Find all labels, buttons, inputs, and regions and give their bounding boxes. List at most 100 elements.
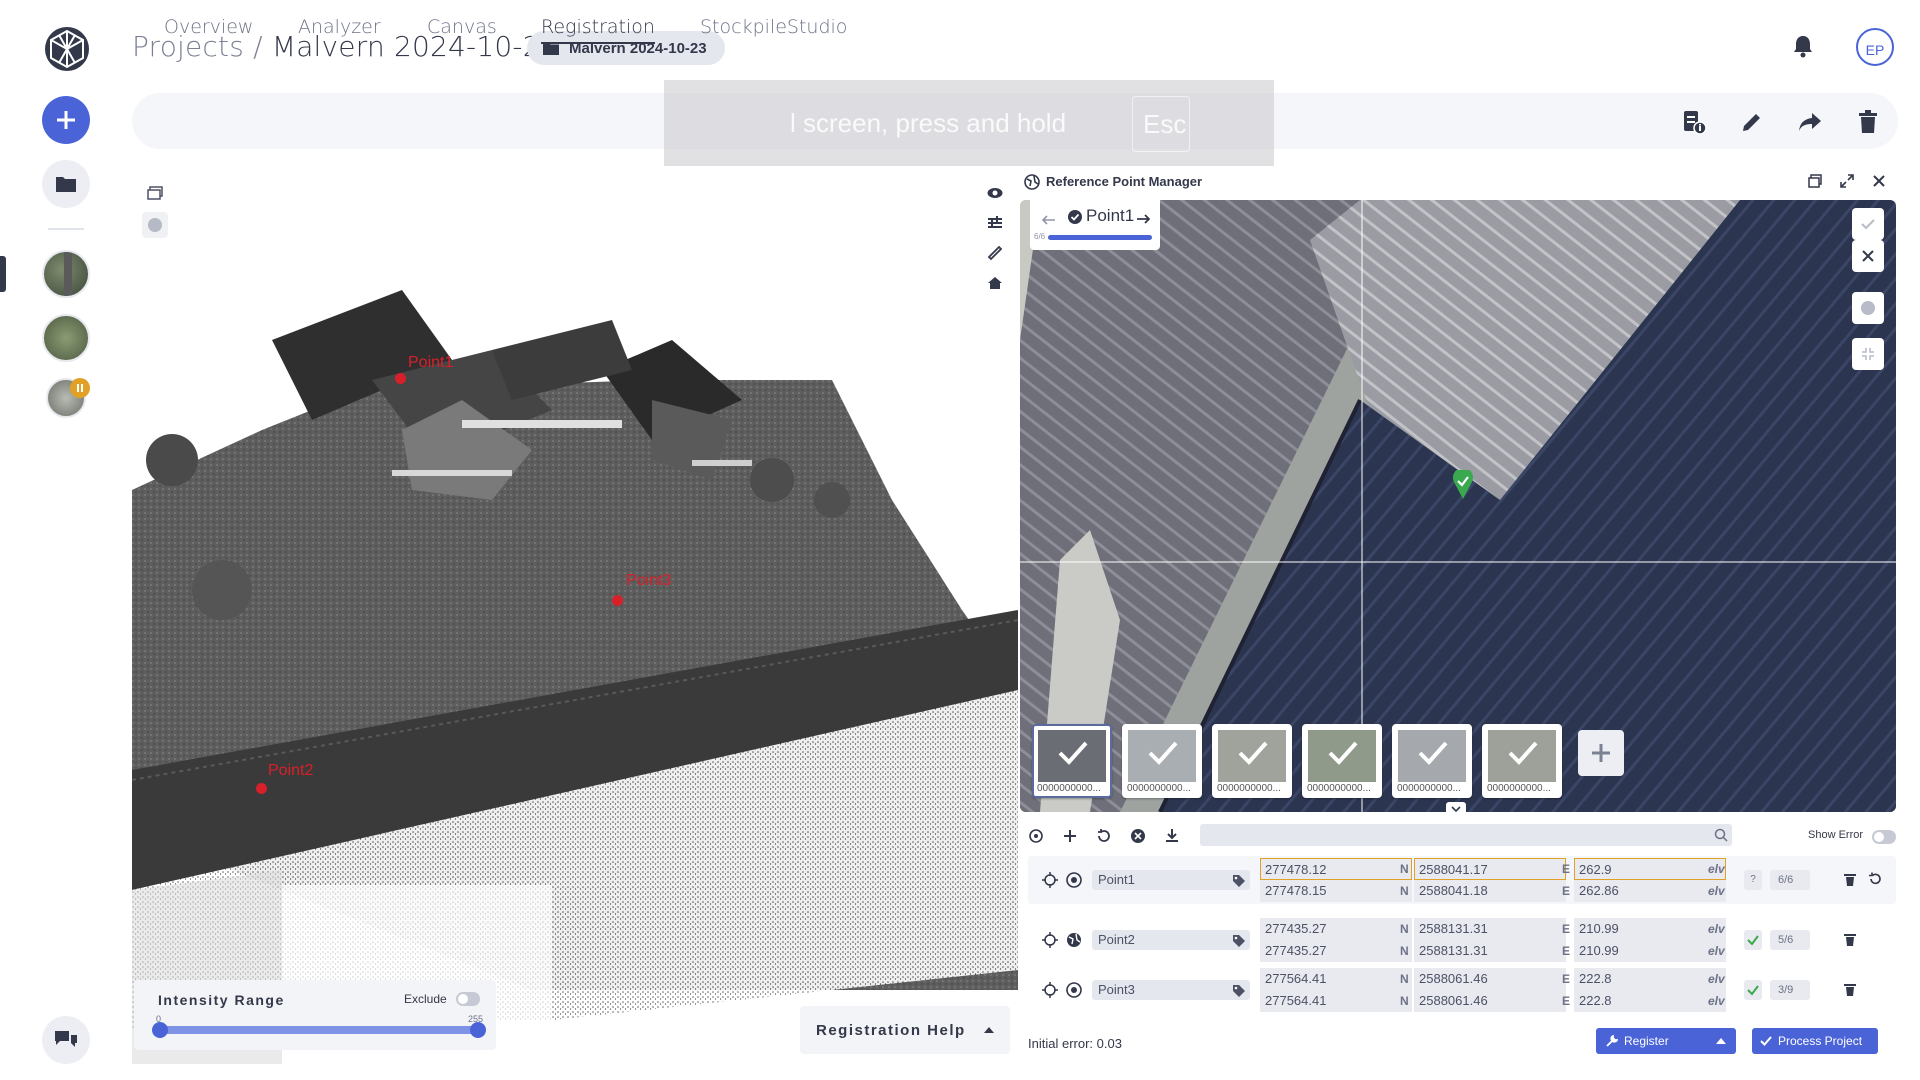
n-label: N bbox=[1400, 884, 1409, 898]
register-button[interactable]: Register bbox=[1596, 1028, 1736, 1054]
tab-stockpilestudio[interactable]: StockpileStudio bbox=[700, 16, 847, 38]
tab-overview[interactable]: Overview bbox=[164, 16, 253, 38]
northing-field[interactable]: 277435.27 bbox=[1260, 918, 1412, 940]
delete-icon[interactable] bbox=[1854, 108, 1882, 136]
easting-field[interactable]: 2588061.46 bbox=[1414, 968, 1566, 990]
reset-icon[interactable] bbox=[1868, 872, 1882, 886]
easting-field[interactable]: 2588131.31 bbox=[1414, 918, 1566, 940]
registration-help-button[interactable]: Registration Help bbox=[800, 1006, 1010, 1054]
thumbnail-caption: 0000000000... bbox=[1037, 783, 1101, 794]
layers-icon[interactable] bbox=[142, 180, 168, 206]
process-project-button[interactable]: Process Project bbox=[1752, 1028, 1878, 1054]
easting-field[interactable]: 2588041.17 bbox=[1414, 858, 1566, 880]
tab-analyzer[interactable]: Analyzer bbox=[298, 16, 381, 38]
globe-toggle-button[interactable] bbox=[1852, 292, 1884, 324]
point-row-1[interactable]: Point1 277478.12 N 2588041.17 E 262.9 el… bbox=[1028, 856, 1898, 904]
move-crosshair-icon[interactable] bbox=[1042, 932, 1058, 948]
point-name[interactable]: Point3 bbox=[1092, 980, 1250, 1000]
tag-icon[interactable] bbox=[1232, 874, 1246, 888]
tag-icon[interactable] bbox=[1232, 934, 1246, 948]
collapse-thumbnails-chevron-icon[interactable] bbox=[1446, 802, 1466, 816]
image-thumbnail[interactable]: 0000000000... bbox=[1032, 724, 1112, 798]
image-thumbnail[interactable]: 0000000000... bbox=[1482, 724, 1562, 798]
clear-circle-icon[interactable] bbox=[1128, 826, 1148, 846]
edit-pencil-icon[interactable] bbox=[1738, 108, 1766, 136]
move-crosshair-icon[interactable] bbox=[1042, 982, 1058, 998]
visibility-eye-icon[interactable] bbox=[982, 180, 1008, 206]
chat-button[interactable] bbox=[42, 1016, 90, 1064]
tag-icon[interactable] bbox=[1232, 984, 1246, 998]
point-row-3[interactable]: Point3 277564.41 N 2588061.46 E 222.8 el… bbox=[1028, 966, 1898, 1014]
delete-icon[interactable] bbox=[1844, 932, 1856, 946]
exclude-toggle[interactable] bbox=[456, 992, 480, 1006]
globe-icon[interactable] bbox=[1066, 932, 1082, 948]
target-icon[interactable] bbox=[1066, 982, 1082, 998]
esc-key-badge: Esc bbox=[1132, 96, 1190, 152]
previous-point-arrow-icon[interactable] bbox=[1041, 212, 1056, 230]
point-name[interactable]: Point2 bbox=[1092, 930, 1250, 950]
user-avatar[interactable]: EP bbox=[1856, 28, 1894, 66]
close-icon[interactable] bbox=[1872, 174, 1886, 188]
report-icon[interactable] bbox=[1680, 108, 1708, 136]
aerial-image-view[interactable] bbox=[1020, 200, 1896, 812]
point-marker-2[interactable] bbox=[256, 783, 267, 794]
elevation-field[interactable]: 262.9 bbox=[1574, 858, 1726, 880]
globe-icon[interactable] bbox=[142, 212, 168, 238]
app-logo-icon[interactable] bbox=[42, 24, 92, 74]
image-thumbnail[interactable]: 0000000000... bbox=[1302, 724, 1382, 798]
measure-ruler-icon[interactable] bbox=[982, 240, 1008, 266]
check-icon bbox=[1747, 985, 1759, 996]
expand-icon[interactable] bbox=[1840, 174, 1854, 188]
collapse-button[interactable] bbox=[1852, 338, 1884, 370]
project-thumbnail-2[interactable] bbox=[42, 314, 90, 362]
northing-computed: 277435.27 bbox=[1260, 940, 1412, 962]
tab-canvas[interactable]: Canvas bbox=[427, 16, 497, 38]
exclude-label: Exclude bbox=[404, 992, 447, 1006]
notifications-bell-icon[interactable] bbox=[1792, 34, 1816, 60]
reject-button[interactable] bbox=[1852, 240, 1884, 272]
caret-up-icon[interactable] bbox=[1716, 1038, 1726, 1044]
point-name[interactable]: Point1 bbox=[1092, 870, 1250, 890]
elevation-field[interactable]: 210.99 bbox=[1574, 918, 1726, 940]
tab-registration[interactable]: Registration bbox=[541, 16, 655, 44]
settings-sliders-icon[interactable] bbox=[982, 210, 1008, 236]
user-initials: EP bbox=[1865, 42, 1885, 58]
northing-field[interactable]: 277564.41 bbox=[1260, 968, 1412, 990]
e-label: E bbox=[1562, 862, 1571, 876]
move-crosshair-icon[interactable] bbox=[1042, 872, 1058, 888]
point-marker-1[interactable] bbox=[395, 373, 406, 384]
point-cloud-viewer[interactable]: Point1 Point3 Point2 bbox=[132, 170, 1018, 1064]
add-project-button[interactable] bbox=[42, 96, 90, 144]
point-pin-icon[interactable] bbox=[1452, 467, 1474, 500]
intensity-slider-track[interactable] bbox=[158, 1026, 478, 1034]
intensity-slider-min-handle[interactable] bbox=[152, 1022, 168, 1038]
image-thumbnail[interactable]: 0000000000... bbox=[1212, 724, 1292, 798]
project-thumbnail-1[interactable] bbox=[42, 250, 90, 298]
delete-icon[interactable] bbox=[1844, 872, 1856, 886]
target-icon[interactable] bbox=[1066, 872, 1082, 888]
image-thumbnail[interactable]: 0000000000... bbox=[1392, 724, 1472, 798]
share-icon[interactable] bbox=[1796, 108, 1824, 136]
active-indicator bbox=[0, 256, 6, 292]
add-point-icon[interactable] bbox=[1060, 826, 1080, 846]
point-row-2[interactable]: Point2 277435.27 N 2588131.31 E 210.99 e… bbox=[1028, 916, 1898, 964]
undo-icon[interactable] bbox=[1094, 826, 1114, 846]
northing-field[interactable]: 277478.12 bbox=[1260, 858, 1412, 880]
intensity-slider-max-handle[interactable] bbox=[470, 1022, 486, 1038]
next-point-arrow-icon[interactable] bbox=[1136, 211, 1151, 229]
check-icon bbox=[1747, 935, 1759, 946]
popout-window-icon[interactable] bbox=[1808, 174, 1822, 188]
add-image-button[interactable] bbox=[1578, 730, 1624, 776]
elevation-field[interactable]: 222.8 bbox=[1574, 968, 1726, 990]
point-marker-3[interactable] bbox=[612, 595, 623, 606]
download-icon[interactable] bbox=[1162, 826, 1182, 846]
home-icon[interactable] bbox=[982, 270, 1008, 296]
crosshair-icon[interactable] bbox=[1026, 826, 1046, 846]
progress-track bbox=[1048, 235, 1152, 240]
delete-icon[interactable] bbox=[1844, 982, 1856, 996]
projects-folder-button[interactable] bbox=[42, 160, 90, 208]
image-thumbnail[interactable]: 0000000000... bbox=[1122, 724, 1202, 798]
confirm-check-button[interactable] bbox=[1852, 208, 1884, 240]
point-search-input[interactable] bbox=[1200, 824, 1732, 846]
show-error-toggle[interactable] bbox=[1872, 830, 1896, 844]
